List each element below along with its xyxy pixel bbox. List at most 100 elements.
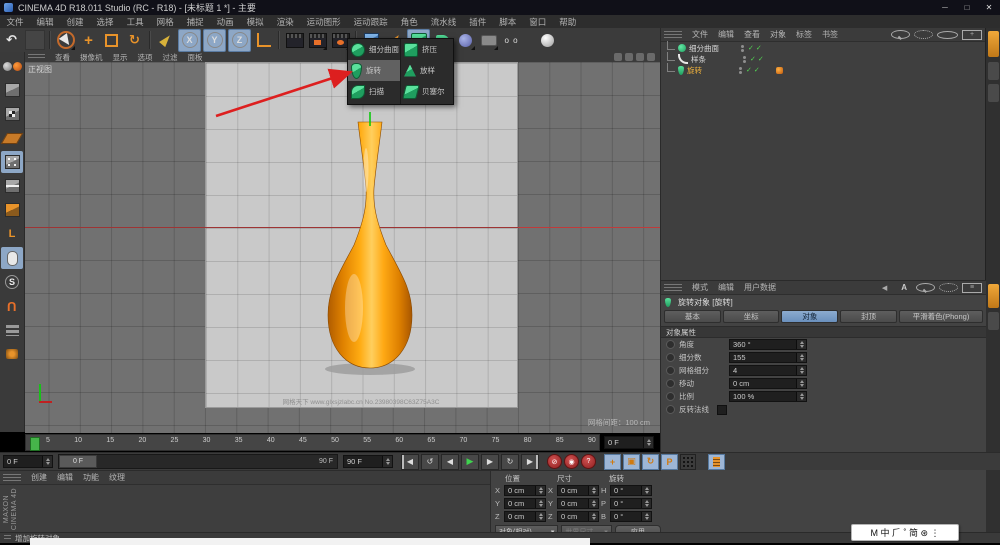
enabled-check-icon[interactable]: ✓: [754, 66, 760, 74]
step-back-button[interactable]: ◀: [441, 453, 459, 470]
coord-system-button[interactable]: [253, 30, 274, 51]
keyframe-dot-icon[interactable]: [666, 405, 675, 414]
model-mode-button[interactable]: [1, 79, 23, 101]
play-button[interactable]: ▶: [461, 453, 479, 470]
magnet-button[interactable]: U: [1, 295, 23, 317]
menu-item[interactable]: 运动跟踪: [347, 16, 394, 28]
play-backwards-button[interactable]: ↺: [421, 453, 439, 470]
spinner[interactable]: [382, 456, 392, 467]
enabled-check-icon[interactable]: ✓: [746, 66, 752, 74]
spinner[interactable]: [588, 512, 598, 521]
points-mode-button[interactable]: [1, 151, 23, 173]
spinner[interactable]: [42, 456, 52, 467]
spinner[interactable]: [796, 353, 806, 362]
workplane-mode-button[interactable]: [0, 127, 24, 149]
make-editable-button[interactable]: [1, 55, 23, 77]
spinner[interactable]: [535, 512, 545, 521]
search-icon[interactable]: [916, 283, 935, 292]
menu-item[interactable]: 窗口: [523, 16, 553, 28]
visibility-dots[interactable]: [739, 66, 742, 74]
material-menu-item[interactable]: 纹理: [104, 472, 130, 483]
zoom-view-icon[interactable]: [625, 53, 633, 61]
spinner[interactable]: [796, 366, 806, 375]
viewport-menu-item[interactable]: 摄像机: [75, 52, 108, 63]
undo-button[interactable]: ↶: [1, 30, 22, 51]
coordinate-input[interactable]: 0 °: [610, 498, 652, 509]
viewport-menu-item[interactable]: 查看: [50, 52, 75, 63]
attribute-tab[interactable]: 坐标: [722, 310, 780, 323]
filter-icon[interactable]: [914, 30, 933, 39]
object-row[interactable]: 细分曲面 ✓ ✓: [661, 40, 986, 54]
keyframe-dot-icon[interactable]: [666, 379, 675, 388]
material-menu-item[interactable]: 创建: [26, 472, 52, 483]
eye-icon[interactable]: [937, 30, 958, 39]
rotate-tool-button[interactable]: ↻: [124, 30, 145, 51]
field-input[interactable]: 155: [729, 352, 807, 363]
loop-button[interactable]: ↻: [501, 453, 519, 470]
spinner[interactable]: [641, 499, 651, 508]
viewport[interactable]: 正视图 网格天下 www.glxsjzlabc.cn No.23980398C6…: [25, 62, 660, 433]
move-tool-button[interactable]: +: [78, 30, 99, 51]
om-menu-item[interactable]: 查看: [739, 29, 765, 40]
render-region-button[interactable]: [307, 30, 328, 51]
field-input[interactable]: 100 %: [729, 391, 807, 402]
om-menu-item[interactable]: 文件: [687, 29, 713, 40]
object-row[interactable]: 样条 ✓ ✓: [661, 51, 986, 65]
last-tool-button[interactable]: [155, 30, 176, 51]
enabled-check-icon[interactable]: ✓: [750, 55, 756, 63]
menu-item[interactable]: 渲染: [270, 16, 300, 28]
field-input[interactable]: 0 cm: [729, 378, 807, 389]
menu-item[interactable]: 运动图形: [300, 16, 347, 28]
axis-mode-button[interactable]: L: [1, 223, 23, 245]
key-rotation-toggle[interactable]: ↻: [642, 453, 659, 470]
coordinate-input[interactable]: 0 °: [610, 485, 652, 496]
key-points-toggle[interactable]: [680, 453, 696, 470]
object-name[interactable]: 样条: [691, 54, 743, 65]
om-menu-item[interactable]: 编辑: [713, 29, 739, 40]
coordinate-input[interactable]: 0 cm: [504, 511, 546, 522]
spinner[interactable]: [588, 486, 598, 495]
spinner[interactable]: [535, 486, 545, 495]
menu-item[interactable]: 选择: [90, 16, 120, 28]
texture-mode-button[interactable]: [1, 103, 23, 125]
pan-view-icon[interactable]: [614, 53, 622, 61]
am-menu-item[interactable]: 用户数据: [739, 282, 781, 293]
snap-button[interactable]: S: [1, 271, 23, 293]
minimize-button[interactable]: ─: [934, 3, 956, 12]
key-scale-toggle[interactable]: ▣: [623, 453, 640, 470]
object-name[interactable]: 细分曲面: [689, 43, 741, 54]
coordinate-input[interactable]: 0 cm: [504, 485, 546, 496]
live-selection-button[interactable]: [55, 30, 76, 51]
enabled-check-icon[interactable]: ✓: [748, 44, 754, 52]
viewport-solo-button[interactable]: [1, 247, 23, 269]
close-button[interactable]: ✕: [978, 3, 1000, 12]
add-icon[interactable]: +: [962, 29, 982, 40]
om-menu-item[interactable]: 标签: [791, 29, 817, 40]
menu-item[interactable]: 捕捉: [180, 16, 210, 28]
add-light-pair-button[interactable]: o o: [501, 30, 522, 51]
menu-item[interactable]: 创建: [60, 16, 90, 28]
spinner[interactable]: [643, 437, 653, 448]
layout-tab[interactable]: [988, 312, 999, 330]
material-menu-item[interactable]: 编辑: [52, 472, 78, 483]
keyframe-dot-icon[interactable]: [666, 340, 675, 349]
key-parameter-toggle[interactable]: P: [661, 453, 678, 470]
menu-item[interactable]: 编辑: [30, 16, 60, 28]
lock-icon[interactable]: [939, 283, 958, 292]
edges-mode-button[interactable]: [1, 175, 23, 197]
spinner[interactable]: [588, 499, 598, 508]
add-environment-button[interactable]: [455, 30, 476, 51]
viewport-menu-item[interactable]: 显示: [108, 52, 133, 63]
redo-button[interactable]: [24, 30, 45, 51]
active-layout-tab[interactable]: [988, 31, 999, 57]
keyframe-selection-button[interactable]: ?: [581, 454, 596, 469]
object-row[interactable]: 旋转 ✓ ✓: [661, 62, 986, 75]
spinner[interactable]: [535, 499, 545, 508]
layout-tab[interactable]: [988, 62, 999, 80]
generator-menu-item[interactable]: 挤压: [401, 39, 453, 60]
coordinate-input[interactable]: 0 °: [610, 511, 652, 522]
back-icon[interactable]: ◀: [877, 284, 892, 292]
keyframe-dot-icon[interactable]: [666, 392, 675, 401]
timeline-frame-field[interactable]: 0 F: [604, 436, 654, 449]
step-forward-button[interactable]: ▶: [481, 453, 499, 470]
